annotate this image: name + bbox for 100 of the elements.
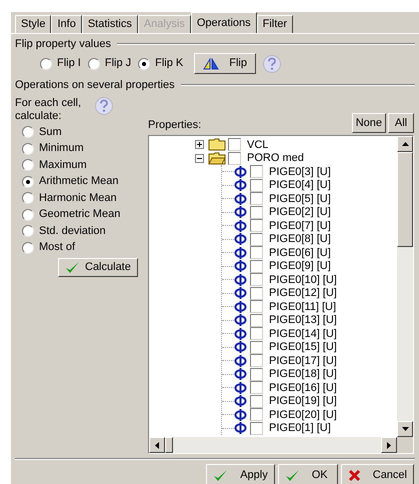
radio-button[interactable]	[40, 58, 52, 70]
phi-icon	[234, 354, 247, 367]
collapse-icon[interactable]	[195, 154, 204, 163]
radio-button[interactable]	[22, 126, 34, 138]
checkbox[interactable]	[250, 260, 263, 273]
phi-icon	[234, 179, 247, 192]
tree-item-label[interactable]: PIGE0[11] [U]	[269, 298, 336, 315]
scrollbar-thumb[interactable]	[165, 437, 173, 453]
checkbox[interactable]	[250, 286, 263, 300]
properties-label: Properties:	[148, 118, 202, 133]
scroll-right-button[interactable]	[381, 437, 397, 453]
help-icon[interactable]	[95, 97, 113, 115]
checkbox[interactable]	[250, 327, 263, 340]
tree-item-label[interactable]: PIGE0[15] [U]	[269, 339, 337, 356]
tree-item-label[interactable]: PIGE0[9] [U]	[269, 258, 331, 274]
radio-button[interactable]	[88, 58, 100, 70]
tab[interactable]: Statistics	[82, 15, 138, 33]
radio-button[interactable]	[138, 58, 150, 70]
tree-item-label[interactable]: PORO med	[247, 150, 304, 166]
check-icon	[213, 468, 228, 482]
folder-icon	[208, 138, 226, 152]
tab[interactable]: Operations	[190, 12, 257, 33]
radio-button[interactable]	[22, 208, 34, 220]
tree-item-label[interactable]: PIGE0[16] [U]	[269, 380, 337, 396]
tree-item-label[interactable]: PIGE0[10] [U]	[269, 272, 337, 288]
checkbox[interactable]	[250, 192, 263, 206]
tab[interactable]: Filter	[256, 15, 294, 33]
checkbox[interactable]	[250, 314, 263, 327]
tree-item-label[interactable]: PIGE0[1] [U]	[269, 420, 331, 436]
scroll-down-button[interactable]	[397, 421, 413, 437]
radio-button[interactable]	[22, 242, 34, 254]
phi-icon	[234, 341, 247, 354]
radio-label: Most of	[39, 240, 76, 256]
radio-button[interactable]	[22, 159, 34, 171]
tree-item-label[interactable]: PIGE0[19] [U]	[269, 393, 337, 410]
phi-icon	[234, 274, 247, 286]
radio-button[interactable]	[22, 142, 34, 154]
tree-item-label[interactable]: VCL	[247, 136, 268, 153]
tree-item-label[interactable]: PIGE0[17] [U]	[269, 352, 337, 369]
checkbox[interactable]	[250, 232, 263, 246]
checkbox[interactable]	[250, 273, 263, 286]
checkbox[interactable]	[250, 408, 263, 422]
check-icon	[65, 260, 80, 274]
tree-item-label[interactable]: PIGE0[3] [U]	[269, 164, 331, 180]
radio-button[interactable]	[22, 192, 34, 204]
tree-item-label[interactable]: PIGE0[8] [U]	[269, 231, 331, 248]
expand-icon[interactable]	[195, 140, 204, 150]
tab[interactable]: Info	[51, 15, 82, 33]
calculate-button[interactable]: Calculate	[58, 258, 138, 276]
radio-label: Geometric Mean	[39, 207, 120, 222]
radio-button[interactable]	[22, 225, 34, 237]
folder-icon	[208, 152, 226, 165]
flip-button[interactable]: Flip	[194, 53, 256, 74]
checkbox[interactable]	[250, 394, 263, 408]
checkbox[interactable]	[250, 165, 263, 178]
checkbox[interactable]	[250, 178, 263, 192]
radio-label: Flip I	[57, 56, 81, 72]
phi-icon	[234, 314, 247, 326]
checkbox[interactable]	[250, 340, 263, 354]
checkbox[interactable]	[250, 422, 263, 435]
scrollbar-corner	[397, 437, 413, 453]
tree-item-label[interactable]: PIGE0[13] [U]	[269, 312, 337, 328]
radio-button[interactable]	[22, 176, 34, 188]
radio-label: Harmonic Mean	[39, 190, 117, 206]
all-button[interactable]: All	[388, 113, 414, 133]
horizontal-scrollbar[interactable]	[149, 437, 397, 453]
radio-label: Std. deviation	[39, 224, 106, 239]
checkbox[interactable]	[250, 246, 263, 260]
tree-item-label[interactable]: PIGE0[4] [U]	[269, 177, 331, 194]
vertical-scrollbar[interactable]	[397, 136, 413, 437]
help-icon[interactable]	[262, 54, 281, 72]
tree-item-label[interactable]: PIGE0[5] [U]	[269, 190, 331, 207]
tree-item-label[interactable]: PIGE0[2] [U]	[269, 204, 331, 220]
checkbox[interactable]	[250, 206, 263, 219]
tree-item-label[interactable]: PIGE0[14] [U]	[269, 326, 337, 342]
none-button[interactable]: None	[352, 113, 386, 133]
scroll-left-button[interactable]	[149, 437, 165, 453]
checkbox[interactable]	[250, 300, 263, 314]
checkbox[interactable]	[250, 219, 263, 232]
scrollbar-thumb[interactable]	[397, 152, 413, 247]
scroll-up-button[interactable]	[397, 136, 413, 152]
dialog-button[interactable]: Apply	[206, 464, 275, 484]
checkbox[interactable]	[228, 152, 241, 165]
phi-icon	[234, 422, 247, 434]
dialog-button[interactable]: OK	[278, 464, 338, 484]
checkbox[interactable]	[228, 138, 241, 152]
tree-item-label[interactable]: PIGE0[6] [U]	[269, 244, 331, 261]
checkbox[interactable]	[250, 381, 263, 394]
up-arrow-icon	[402, 142, 408, 146]
phi-icon	[234, 233, 247, 246]
tree-item-label[interactable]: PIGE0[18] [U]	[269, 366, 337, 382]
tree-item-label[interactable]: PIGE0[12] [U]	[269, 285, 337, 302]
tree-item-label[interactable]: PIGE0[7] [U]	[269, 218, 331, 234]
dialog-button[interactable]: Cancel	[340, 464, 414, 484]
prompt-text: For each cell, calculate:	[15, 97, 82, 123]
checkbox[interactable]	[250, 368, 263, 381]
tree-item-label[interactable]: PIGE0[20] [U]	[269, 406, 337, 423]
radio-label: Flip J	[104, 56, 132, 72]
tab[interactable]: Style	[15, 15, 52, 33]
checkbox[interactable]	[250, 354, 263, 368]
